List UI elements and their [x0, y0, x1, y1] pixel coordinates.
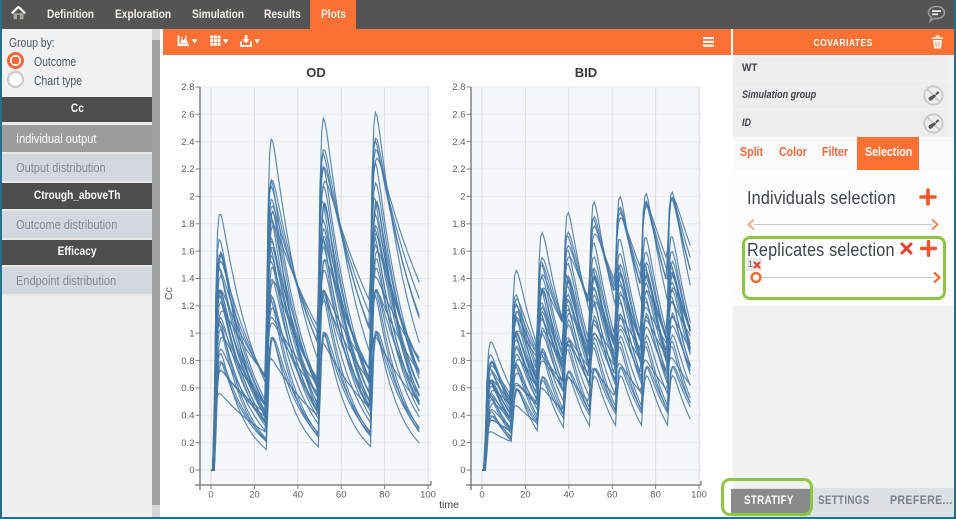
svg-text:40: 40 — [293, 490, 304, 501]
svg-text:Cc: Cc — [163, 287, 175, 300]
svg-text:0: 0 — [189, 465, 194, 476]
svg-text:1.6: 1.6 — [452, 246, 465, 257]
svg-text:2.8: 2.8 — [181, 82, 194, 93]
svg-text:80: 80 — [650, 490, 661, 501]
svg-text:20: 20 — [249, 490, 260, 501]
svg-text:1.8: 1.8 — [452, 219, 465, 230]
svg-text:1.8: 1.8 — [181, 219, 194, 230]
svg-text:40: 40 — [564, 490, 575, 501]
svg-text:0.8: 0.8 — [181, 356, 194, 367]
svg-text:0: 0 — [460, 465, 465, 476]
svg-text:2.8: 2.8 — [452, 82, 465, 93]
svg-text:1: 1 — [460, 328, 465, 339]
svg-text:100: 100 — [691, 490, 707, 501]
svg-text:60: 60 — [607, 490, 618, 501]
svg-text:0.2: 0.2 — [452, 438, 465, 449]
svg-text:OD: OD — [306, 65, 326, 80]
svg-text:0.8: 0.8 — [452, 356, 465, 367]
svg-text:2.6: 2.6 — [452, 110, 465, 121]
svg-text:2.4: 2.4 — [452, 137, 465, 148]
svg-text:BID: BID — [575, 65, 597, 80]
svg-text:2.2: 2.2 — [452, 164, 465, 175]
svg-text:0.4: 0.4 — [452, 411, 465, 422]
svg-text:1: 1 — [189, 328, 194, 339]
svg-text:2: 2 — [189, 192, 194, 203]
svg-text:1.4: 1.4 — [181, 274, 194, 285]
svg-text:1.2: 1.2 — [452, 301, 465, 312]
svg-text:0.4: 0.4 — [181, 411, 194, 422]
svg-text:60: 60 — [336, 490, 347, 501]
svg-text:1.4: 1.4 — [452, 274, 465, 285]
svg-text:2.6: 2.6 — [181, 110, 194, 121]
svg-text:0.6: 0.6 — [452, 383, 465, 394]
svg-text:1.2: 1.2 — [181, 301, 194, 312]
svg-text:0: 0 — [479, 490, 484, 501]
svg-text:1.6: 1.6 — [181, 246, 194, 257]
svg-text:0: 0 — [208, 490, 213, 501]
svg-text:0.6: 0.6 — [181, 383, 194, 394]
svg-text:20: 20 — [520, 490, 531, 501]
svg-text:time: time — [439, 499, 459, 511]
svg-text:2.2: 2.2 — [181, 164, 194, 175]
svg-text:80: 80 — [379, 490, 390, 501]
svg-text:2.4: 2.4 — [181, 137, 194, 148]
svg-text:100: 100 — [420, 490, 436, 501]
svg-text:0.2: 0.2 — [181, 438, 194, 449]
svg-text:2: 2 — [460, 192, 465, 203]
